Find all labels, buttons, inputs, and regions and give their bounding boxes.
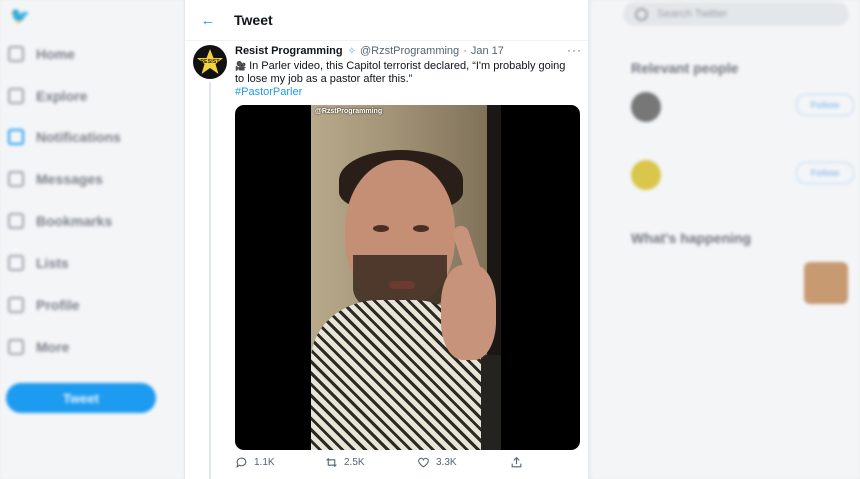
- tweet-video[interactable]: @RzstProgramming: [235, 105, 580, 450]
- left-sidebar: 🐦 Home Explore Notifications Messages Bo…: [0, 0, 184, 479]
- heart-icon: [418, 457, 429, 468]
- compose-tweet-button[interactable]: Tweet: [6, 383, 156, 413]
- search-icon: [635, 8, 648, 21]
- nav-item-lists[interactable]: Lists: [8, 255, 69, 271]
- reply-count: 1.1K: [254, 457, 275, 468]
- twitter-bird-icon[interactable]: 🐦: [10, 6, 30, 26]
- link-badge-icon: ✧: [347, 45, 356, 57]
- nav-item-bookmarks[interactable]: Bookmarks: [8, 213, 112, 229]
- share-button[interactable]: [510, 456, 523, 469]
- person-icon: [8, 297, 24, 313]
- right-sidebar: Search Twitter Relevant people Follow Fo…: [591, 0, 860, 479]
- author-name[interactable]: Resist Programming: [235, 45, 343, 57]
- avatar-text: RESIST: [200, 59, 220, 65]
- follow-button[interactable]: Follow: [796, 162, 854, 184]
- search-input[interactable]: Search Twitter: [623, 2, 849, 26]
- video-eye: [373, 225, 389, 232]
- avatar: [631, 160, 661, 190]
- nav-item-notifications[interactable]: Notifications: [8, 129, 121, 145]
- hashtag-icon: [8, 88, 24, 104]
- home-icon: [8, 46, 24, 62]
- tweet-header: ← Tweet: [185, 0, 588, 41]
- video-hand: [441, 265, 496, 360]
- retweet-count: 2.5K: [344, 457, 365, 468]
- video-watermark: @RzstProgramming: [315, 108, 383, 115]
- relevant-people-heading: Relevant people: [631, 60, 739, 76]
- reply-icon: [236, 457, 247, 469]
- more-circle-icon: [8, 339, 24, 355]
- retweet-button[interactable]: 2.5K: [325, 456, 365, 469]
- retweet-icon: [326, 457, 337, 468]
- trend-thumbnail[interactable]: [804, 262, 848, 304]
- like-count: 3.3K: [436, 457, 457, 468]
- relevant-person-card[interactable]: Follow: [631, 92, 854, 152]
- page-title: Tweet: [234, 12, 273, 28]
- tweet-actions: 1.1K 2.5K 3.3K: [235, 456, 565, 472]
- tweet-meta: Resist Programming ✧ @RzstProgramming · …: [235, 45, 504, 57]
- like-button[interactable]: 3.3K: [417, 456, 457, 469]
- bookmark-icon: [8, 213, 24, 229]
- video-frame[interactable]: @RzstProgramming: [311, 105, 501, 450]
- video-mouth: [389, 281, 415, 289]
- nav-item-explore[interactable]: Explore: [8, 88, 87, 104]
- tweet-date[interactable]: Jan 17: [471, 45, 504, 57]
- nav-item-more[interactable]: More: [8, 339, 69, 355]
- bell-icon: [8, 129, 24, 145]
- envelope-icon: [8, 171, 24, 187]
- tweet-column: ← Tweet RESIST Resist Programming ✧ @Rzs…: [184, 0, 589, 479]
- back-arrow-icon[interactable]: ←: [197, 10, 219, 30]
- share-icon: [511, 456, 522, 468]
- reply-button[interactable]: 1.1K: [235, 456, 275, 469]
- hashtag-link[interactable]: #PastorParler: [235, 86, 302, 98]
- nav-item-messages[interactable]: Messages: [8, 171, 103, 187]
- avatar[interactable]: RESIST: [193, 45, 227, 79]
- separator: ·: [463, 45, 467, 57]
- nav-item-home[interactable]: Home: [8, 46, 75, 62]
- nav-item-profile[interactable]: Profile: [8, 297, 80, 313]
- tweet-text: 🎥 In Parler video, this Capitol terroris…: [235, 60, 575, 99]
- relevant-person-card[interactable]: Follow: [631, 160, 854, 220]
- follow-button[interactable]: Follow: [796, 94, 854, 116]
- thread-line: [209, 82, 211, 479]
- tweet-body: In Parler video, this Capitol terrorist …: [235, 60, 566, 85]
- more-options-icon[interactable]: ···: [567, 43, 582, 57]
- avatar: [631, 92, 661, 122]
- author-handle[interactable]: @RzstProgramming: [360, 45, 459, 57]
- video-camera-icon: 🎥: [235, 61, 247, 71]
- whats-happening-heading: What's happening: [631, 230, 751, 246]
- video-eye: [413, 225, 429, 232]
- list-icon: [8, 255, 24, 271]
